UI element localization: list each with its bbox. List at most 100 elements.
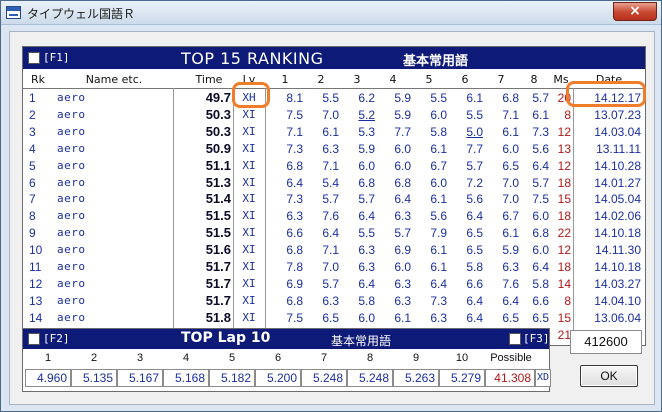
col-name: Name etc. <box>85 73 143 86</box>
lap-cell: 6.8 <box>358 175 375 190</box>
lap-cell: 5.0 <box>466 124 483 139</box>
name-cell: aero <box>57 276 86 290</box>
table-row: 3 aero 50.3 XI 7.1 6.1 5.3 7.7 5.8 5.0 6.1 7.3 12 14.… <box>23 124 645 139</box>
level-cell: XI <box>242 243 256 257</box>
lap-cell: 6.4 <box>532 158 549 173</box>
time-cell: 51.8 <box>205 309 231 325</box>
date-cell: 14.03.27 <box>594 276 641 291</box>
time-cell: 51.7 <box>205 275 231 291</box>
lap-cell: 6.4 <box>394 192 411 207</box>
miss-cell: 18 <box>557 209 571 224</box>
lap-cell: 5.5 <box>358 226 375 241</box>
lap-value: 4.960 <box>25 369 71 387</box>
lap-value: 5.168 <box>163 369 209 387</box>
table-row: 6 aero 51.3 XI 6.4 5.4 6.8 6.8 6.0 7.2 7.0 5.7 18 14.… <box>23 174 645 190</box>
f1-label: [F1] <box>43 51 70 64</box>
rank-cell: 4 <box>29 141 36 156</box>
table-row: 7 aero 51.4 XI 7.3 5.7 5.7 6.4 6.1 5.6 7.0 7.5 15 14.… <box>23 191 645 207</box>
time-cell: 51.3 <box>205 174 231 190</box>
name-cell: aero <box>57 107 86 121</box>
lap-cell: 5.3 <box>358 124 375 139</box>
title-bar[interactable]: タイプウェル国語Ｒ × <box>1 1 661 25</box>
f1-checkbox[interactable] <box>28 52 40 64</box>
lap-cell: 8.1 <box>286 91 303 105</box>
name-cell: aero <box>57 209 86 223</box>
level-cell: XI <box>242 175 256 189</box>
lap-value: 5.135 <box>71 369 117 387</box>
lap-cell: 5.8 <box>532 276 549 291</box>
lap-cell: 6.9 <box>286 276 303 291</box>
close-icon: × <box>629 3 641 19</box>
lap-cell: 6.4 <box>466 209 483 224</box>
miss-cell: 12 <box>557 124 571 139</box>
lap-cell: 6.1 <box>430 243 447 258</box>
date-cell: 14.10.28 <box>594 158 641 173</box>
ranking-panel: [F1] TOP 15 RANKING 基本常用語 Rk Name etc. T… <box>22 46 646 346</box>
close-button[interactable]: × <box>613 2 657 21</box>
top-lap-panel: [F2] TOP Lap 10 基本常用語 [F3] 1 4.960 2 5.135 3… <box>22 328 551 392</box>
time-cell: 51.4 <box>205 191 231 207</box>
col-lap-5: 5 <box>425 73 433 86</box>
table-row: 8 aero 51.5 XI 6.3 7.6 6.4 6.3 5.6 6.4 6.7 6.0 18 14.… <box>23 209 645 224</box>
lap-cell: 6.3 <box>394 276 411 291</box>
time-cell: 50.9 <box>205 140 231 156</box>
lap-cell: 6.0 <box>394 158 411 173</box>
lap-cell: 7.3 <box>286 141 303 156</box>
lap-cell: 6.8 <box>286 293 303 308</box>
f3-label: [F3] <box>523 332 550 345</box>
lap-cell: 5.7 <box>466 158 483 173</box>
col-lap-3: 3 <box>353 73 361 86</box>
table-row: 14 aero 51.8 XI 7.5 6.5 6.0 6.1 6.3 6.4 6.5 6.5 15 13… <box>23 309 645 325</box>
possible-level: XD <box>535 369 551 387</box>
f3-checkbox[interactable] <box>509 333 521 345</box>
level-cell: XI <box>242 158 256 172</box>
rank-cell: 9 <box>29 226 36 241</box>
miss-cell: 18 <box>557 175 571 190</box>
lap-cell: 6.5 <box>466 226 483 241</box>
lap-header: 10 <box>455 352 469 364</box>
miss-cell: 12 <box>557 243 571 258</box>
lap-cell: 6.6 <box>466 276 483 291</box>
time-cell: 51.7 <box>205 292 231 308</box>
table-row: 4 aero 50.9 XI 7.3 6.3 5.9 6.0 6.1 7.7 6.0 5.6 13 13.… <box>23 140 645 156</box>
level-cell: XI <box>242 141 256 155</box>
lap-header: 6 <box>274 352 282 364</box>
level-cell: XI <box>242 260 256 273</box>
lap-cell: 6.8 <box>394 175 411 190</box>
lap-cell: 7.7 <box>394 124 411 139</box>
f2-checkbox[interactable] <box>28 333 40 345</box>
miss-cell: 22 <box>557 226 571 241</box>
lap-cell: 6.9 <box>394 243 411 258</box>
lap-cell: 6.4 <box>358 209 375 224</box>
f2-label: [F2] <box>43 332 70 345</box>
top-lap-subtitle: 基本常用語 <box>331 334 392 348</box>
miss-cell: 15 <box>557 192 571 207</box>
ok-button[interactable]: OK <box>580 365 638 387</box>
lap-cell: 7.1 <box>322 158 339 173</box>
lap-cell: 5.7 <box>358 192 375 207</box>
rank-cell: 8 <box>29 209 36 224</box>
col-rk: Rk <box>30 73 45 86</box>
lap-cell: 7.9 <box>430 226 447 241</box>
lap-cell: 6.4 <box>430 276 447 291</box>
miss-cell: 15 <box>557 310 571 325</box>
rank-cell: 6 <box>29 175 36 190</box>
col-lap-4: 4 <box>389 73 397 86</box>
lap-cell: 5.6 <box>532 141 549 156</box>
rank-cell: 12 <box>29 276 43 291</box>
level-cell: XI <box>242 107 256 121</box>
header-divider <box>23 88 645 89</box>
lap-cell: 6.3 <box>286 209 303 224</box>
miss-cell: 14 <box>557 276 571 291</box>
lap-header: 8 <box>366 352 374 364</box>
lap-cell: 5.4 <box>322 175 339 190</box>
lap-cell: 6.0 <box>532 243 549 258</box>
miss-cell: 21 <box>557 327 571 342</box>
rank-cell: 14 <box>29 310 43 325</box>
lap-cell: 5.9 <box>358 141 375 156</box>
lap-cell: 6.4 <box>322 226 339 241</box>
level-cell: XI <box>242 293 256 307</box>
lap-cell: 6.0 <box>430 107 447 122</box>
date-cell: 14.10.18 <box>594 260 641 274</box>
lap-cell: 5.7 <box>394 226 411 241</box>
